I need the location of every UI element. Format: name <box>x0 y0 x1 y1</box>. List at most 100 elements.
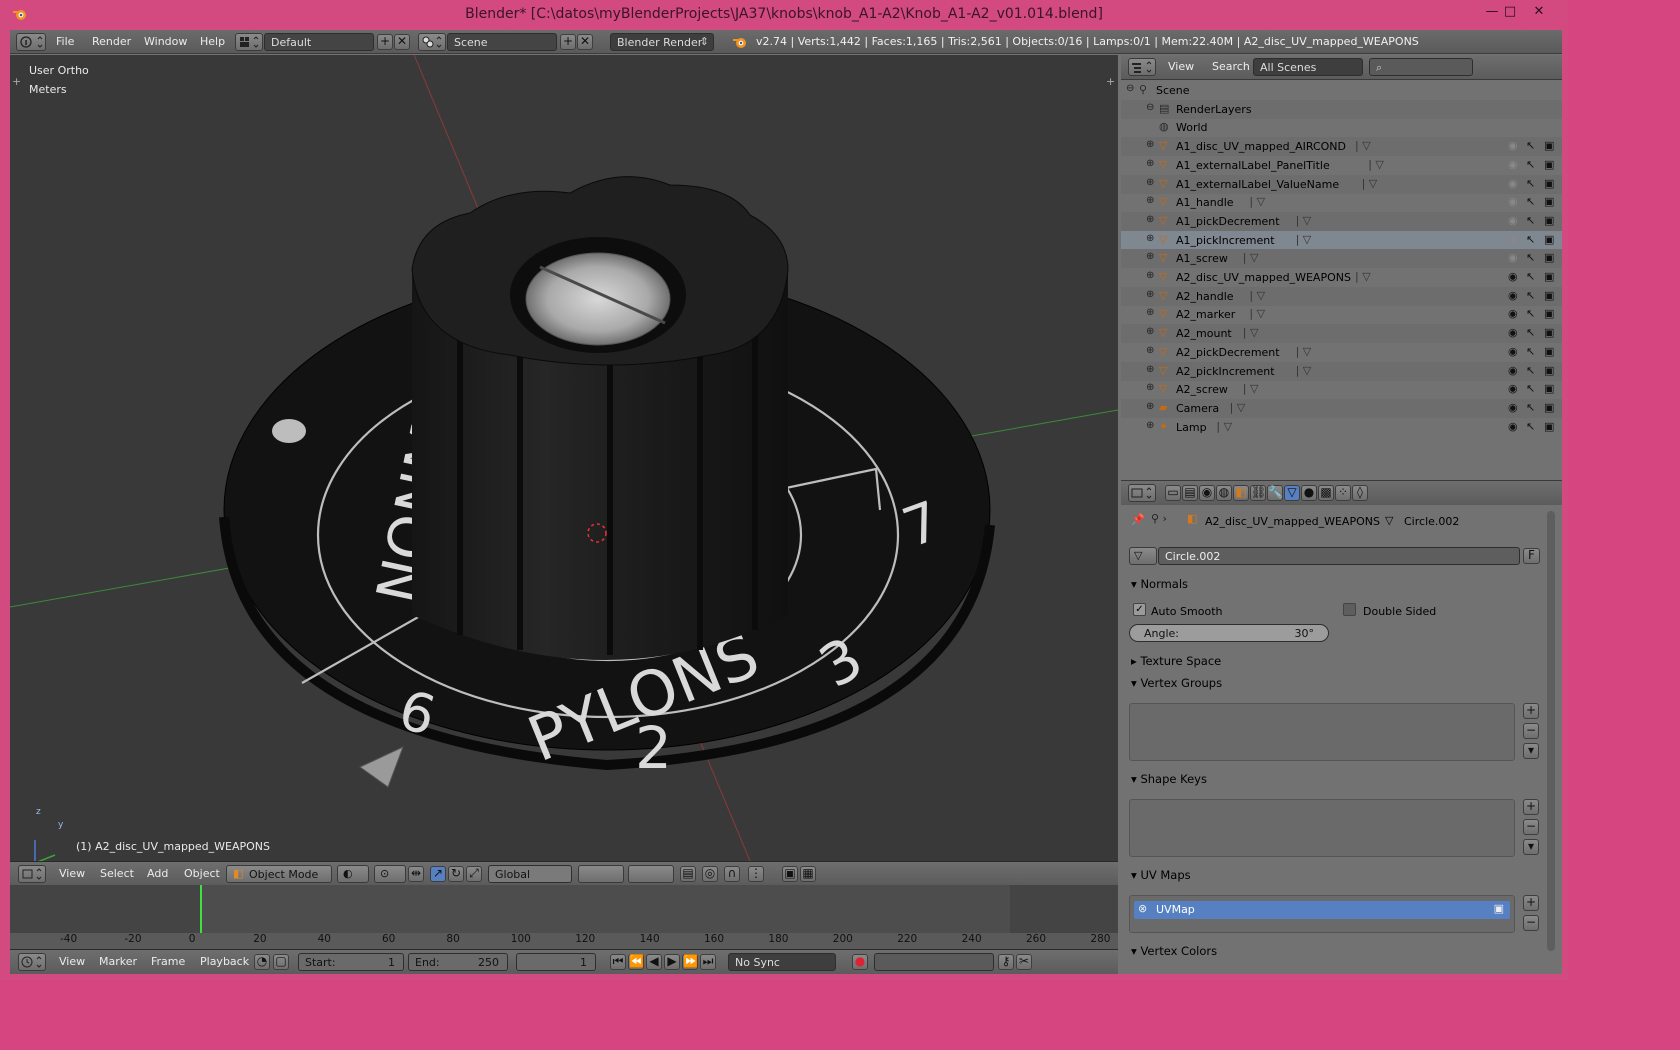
mesh-data-icon[interactable]: | ▽ <box>1243 326 1259 339</box>
menu-view[interactable]: View <box>59 867 85 880</box>
expand-toggle-icon[interactable]: ⊕ <box>1146 158 1154 169</box>
rotate-manipulator-icon[interactable]: ↻ <box>448 866 464 882</box>
selectable-arrow-icon[interactable]: ↖ <box>1526 420 1535 433</box>
vertex-group-add-icon[interactable]: + <box>1523 703 1539 719</box>
selectable-arrow-icon[interactable]: ↖ <box>1526 195 1535 208</box>
shape-key-remove-icon[interactable]: − <box>1523 819 1539 835</box>
uv-map-remove-icon[interactable]: − <box>1523 915 1539 931</box>
timeline-menu-view[interactable]: View <box>59 955 85 968</box>
editor-type-timeline-button[interactable] <box>18 953 46 971</box>
visibility-eye-icon[interactable]: ◉ <box>1508 401 1518 414</box>
mesh-data-icon[interactable]: | ▽ <box>1230 401 1246 414</box>
shape-keys-list[interactable] <box>1129 799 1515 857</box>
layer-buttons-a[interactable] <box>578 865 624 883</box>
start-frame-field[interactable]: Start: 1 <box>298 953 404 971</box>
orientation-dropdown[interactable]: Global <box>488 865 572 883</box>
remove-scene-icon[interactable]: ✕ <box>577 34 593 50</box>
layer-buttons-b[interactable] <box>628 865 674 883</box>
panel-uv-maps-header[interactable]: ▾ UV Maps <box>1131 868 1191 882</box>
visibility-eye-icon[interactable]: ◉ <box>1508 326 1518 339</box>
menu-file[interactable]: File <box>56 35 74 48</box>
selectable-arrow-icon[interactable]: ↖ <box>1526 401 1535 414</box>
toolshelf-toggle-icon[interactable]: + <box>12 75 21 88</box>
world-context-icon[interactable]: ◍ <box>1216 485 1232 501</box>
mesh-browse-button[interactable]: ▽ <box>1129 547 1157 565</box>
maximize-button[interactable]: □ <box>1498 4 1522 19</box>
angle-slider[interactable]: Angle: 30° <box>1129 624 1329 642</box>
mode-dropdown[interactable]: ◧ Object Mode <box>226 865 332 883</box>
outliner-item[interactable]: ⊕ ▰ Camera | ▽ ◉ ↖ ▣ <box>1121 398 1562 418</box>
timeline-menu-marker[interactable]: Marker <box>99 955 137 968</box>
add-scene-icon[interactable]: + <box>560 34 576 50</box>
mesh-data-icon[interactable]: | ▽ <box>1296 364 1312 377</box>
menu-select[interactable]: Select <box>100 867 134 880</box>
add-layout-icon[interactable]: + <box>377 34 393 50</box>
outliner-item[interactable]: ⊕ ▽ A2_mount | ▽ ◉ ↖ ▣ <box>1121 324 1562 344</box>
insert-keyframe-icon[interactable]: ⚷ <box>998 954 1014 970</box>
visibility-eye-icon[interactable]: ◉ <box>1508 195 1518 208</box>
selectable-arrow-icon[interactable]: ↖ <box>1526 270 1535 283</box>
outliner-item[interactable]: ⊕ ▽ A1_pickIncrement | ▽ ◉ ↖ ▣ <box>1121 230 1562 250</box>
scene-field[interactable]: Scene <box>447 33 557 51</box>
timeline-menu-playback[interactable]: Playback <box>200 955 249 968</box>
expand-toggle-icon[interactable]: ⊕ <box>1146 251 1154 262</box>
visibility-eye-icon[interactable]: ◉ <box>1508 139 1518 152</box>
outliner-item[interactable]: ⊕ ▽ A1_screw | ▽ ◉ ↖ ▣ <box>1121 249 1562 269</box>
selectable-arrow-icon[interactable]: ↖ <box>1526 214 1535 227</box>
selectable-arrow-icon[interactable]: ↖ <box>1526 364 1535 377</box>
uv-map-add-icon[interactable]: + <box>1523 895 1539 911</box>
renderable-camera-icon[interactable]: ▣ <box>1544 177 1554 190</box>
editor-type-outliner-button[interactable] <box>1128 58 1156 76</box>
play-icon[interactable]: ▶ <box>664 954 680 970</box>
selectable-arrow-icon[interactable]: ↖ <box>1526 139 1535 152</box>
visibility-eye-icon[interactable]: ◉ <box>1508 158 1518 171</box>
menu-window[interactable]: Window <box>144 35 187 48</box>
display-mode-dropdown[interactable]: All Scenes <box>1253 58 1363 76</box>
mesh-data-icon[interactable]: | ▽ <box>1243 382 1259 395</box>
mesh-data-icon[interactable]: | ▽ <box>1249 289 1265 302</box>
remove-layout-icon[interactable]: ✕ <box>394 34 410 50</box>
panel-texture-space-header[interactable]: ▸ Texture Space <box>1131 654 1221 668</box>
renderable-camera-icon[interactable]: ▣ <box>1544 326 1554 339</box>
selectable-arrow-icon[interactable]: ↖ <box>1526 326 1535 339</box>
timeline-strip[interactable] <box>10 885 1118 933</box>
outliner[interactable]: View Search All Scenes ⌕ ⊖ ⚲ Scene ⊖ ▤ Render… <box>1121 55 1562 478</box>
outliner-item[interactable]: ⊖ ⚲ Scene <box>1121 81 1562 100</box>
menu-object[interactable]: Object <box>184 867 220 880</box>
expand-toggle-icon[interactable]: ⊕ <box>1146 289 1154 300</box>
shading-dropdown[interactable]: ◐ <box>337 865 369 883</box>
scene-context-icon[interactable]: ◉ <box>1199 485 1215 501</box>
mesh-data-icon[interactable]: | ▽ <box>1355 139 1371 152</box>
selectable-arrow-icon[interactable]: ↖ <box>1526 345 1535 358</box>
outliner-item[interactable]: ◍ World <box>1121 118 1562 137</box>
vertex-group-remove-icon[interactable]: − <box>1523 723 1539 739</box>
expand-toggle-icon[interactable]: ⊕ <box>1146 214 1154 225</box>
texture-context-icon[interactable]: ▩ <box>1318 485 1334 501</box>
frame-cursor[interactable] <box>200 885 202 933</box>
mesh-data-icon[interactable]: | ▽ <box>1368 158 1384 171</box>
properties-editor[interactable]: ▭ ▤ ◉ ◍ ◧ ⛓ 🔧 ▽ ● ▩ ⁘ ◊ 📌 ⚲ › ◧ A2_disc_… <box>1121 480 1562 974</box>
manipulator-toggle-icon[interactable]: ⇹ <box>408 866 424 882</box>
renderable-camera-icon[interactable]: ▣ <box>1544 401 1554 414</box>
opengl-render-icon[interactable]: ▣ <box>782 866 798 882</box>
editor-type-3d-button[interactable] <box>18 865 46 883</box>
renderable-camera-icon[interactable]: ▣ <box>1544 233 1554 246</box>
render-context-icon[interactable]: ▭ <box>1165 485 1181 501</box>
expand-toggle-icon[interactable]: ⊕ <box>1146 420 1154 431</box>
visibility-eye-icon[interactable]: ◉ <box>1508 382 1518 395</box>
mesh-data-icon[interactable]: | ▽ <box>1249 195 1265 208</box>
uv-map-row[interactable]: ⊗ UVMap ▣ <box>1134 901 1510 919</box>
selectable-arrow-icon[interactable]: ↖ <box>1526 251 1535 264</box>
expand-toggle-icon[interactable]: ⊕ <box>1146 345 1154 356</box>
particles-context-icon[interactable]: ⁘ <box>1335 485 1351 501</box>
expand-toggle-icon[interactable]: ⊕ <box>1146 382 1154 393</box>
snap-element-icon[interactable]: ⋮ <box>748 866 764 882</box>
mesh-data-icon[interactable]: | ▽ <box>1296 214 1312 227</box>
vertex-group-menu-icon[interactable]: ▾ <box>1523 743 1539 759</box>
renderable-camera-icon[interactable]: ▣ <box>1544 382 1554 395</box>
outliner-item[interactable]: ⊕ ▽ A2_disc_UV_mapped_WEAPONS | ▽ ◉ ↖ ▣ <box>1121 268 1562 287</box>
outliner-item[interactable]: ⊕ ▽ A2_handle | ▽ ◉ ↖ ▣ <box>1121 286 1562 306</box>
outliner-search-field[interactable]: ⌕ <box>1369 58 1473 76</box>
translate-manipulator-icon[interactable]: ↗ <box>430 866 446 882</box>
mesh-data-icon[interactable]: | ▽ <box>1355 270 1371 283</box>
